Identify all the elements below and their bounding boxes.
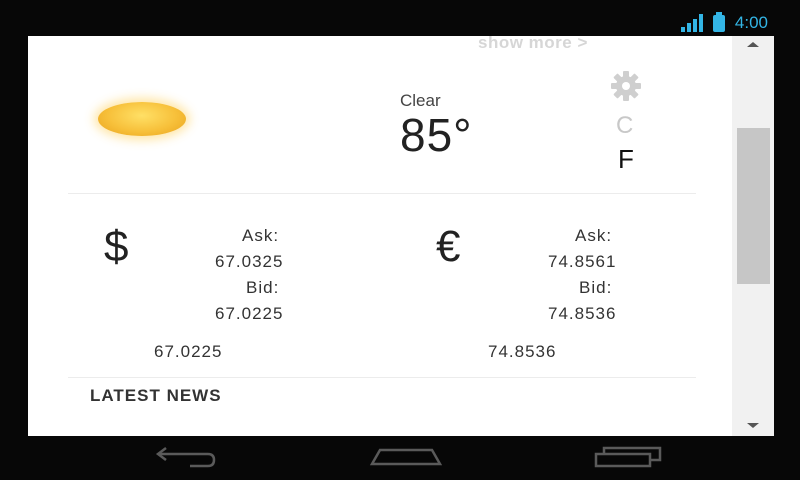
app-screen: show more > Clear 85° C F $ Ask: 67.0325… bbox=[28, 36, 774, 436]
home-icon[interactable] bbox=[368, 442, 444, 472]
euro-ask-value: 74.8561 bbox=[548, 252, 617, 271]
unit-celsius-toggle[interactable]: C bbox=[616, 112, 633, 140]
euro-rate: 74.8536 bbox=[488, 342, 557, 361]
battery-icon bbox=[712, 12, 725, 32]
euro-bid-value: 74.8536 bbox=[548, 304, 617, 323]
status-icons: 4:00 bbox=[680, 12, 768, 32]
euro-ask-label: Ask: bbox=[575, 226, 613, 245]
dollar-symbol: $ bbox=[104, 222, 129, 271]
navigation-bar bbox=[28, 436, 774, 480]
status-clock: 4:00 bbox=[734, 13, 768, 32]
recent-apps-icon[interactable] bbox=[590, 442, 666, 472]
back-icon[interactable] bbox=[150, 442, 220, 472]
currency-divider bbox=[68, 377, 696, 378]
dollar-rate: 67.0225 bbox=[154, 342, 223, 361]
gear-icon[interactable] bbox=[610, 70, 642, 102]
weather-temperature: 85° bbox=[400, 109, 473, 161]
status-bar: 4:00 bbox=[28, 0, 774, 36]
dollar-bid-label: Bid: bbox=[246, 278, 280, 297]
dollar-ask-value: 67.0325 bbox=[215, 252, 284, 271]
sun-icon bbox=[98, 102, 186, 136]
latest-news-heading: LATEST NEWS bbox=[90, 386, 222, 405]
euro-bid-label: Bid: bbox=[579, 278, 613, 297]
scrollbar-thumb[interactable] bbox=[737, 128, 770, 284]
signal-icon bbox=[680, 14, 703, 32]
euro-symbol: € bbox=[436, 222, 461, 271]
device-frame: 4:00 show more > Clear 85° C F $ Ask: 67… bbox=[0, 0, 800, 480]
scroll-down-icon[interactable] bbox=[747, 423, 759, 428]
scrollbar[interactable] bbox=[732, 36, 774, 436]
weather-divider bbox=[68, 193, 696, 194]
scroll-up-icon[interactable] bbox=[747, 42, 759, 47]
show-more-link[interactable]: show more > bbox=[478, 36, 588, 53]
unit-fahrenheit-toggle[interactable]: F bbox=[618, 144, 634, 175]
dollar-ask-label: Ask: bbox=[242, 226, 280, 245]
dollar-bid-value: 67.0225 bbox=[215, 304, 284, 323]
